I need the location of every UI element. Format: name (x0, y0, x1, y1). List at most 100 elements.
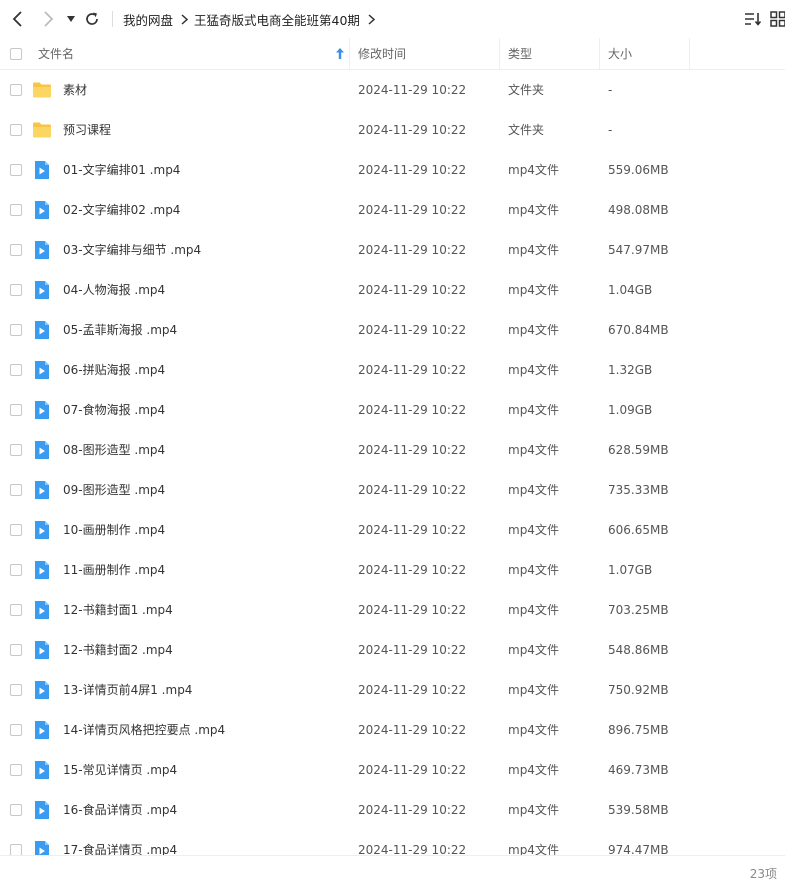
row-checkbox[interactable] (10, 84, 22, 96)
file-list: 素材2024-11-29 10:22文件夹-预习课程2024-11-29 10:… (0, 70, 785, 855)
row-checkbox[interactable] (10, 564, 22, 576)
video-file-icon (32, 160, 52, 180)
column-name[interactable]: 文件名 (38, 38, 348, 69)
select-all-checkbox[interactable] (10, 48, 22, 60)
history-dropdown[interactable] (63, 9, 79, 29)
table-row[interactable]: 预习课程2024-11-29 10:22文件夹- (0, 110, 785, 150)
item-count: 23项 (750, 865, 777, 882)
file-name[interactable]: 10-画册制作 .mp4 (63, 510, 165, 550)
table-row[interactable]: 15-常见详情页 .mp42024-11-29 10:22mp4文件469.73… (0, 750, 785, 790)
file-name[interactable]: 07-食物海报 .mp4 (63, 390, 165, 430)
file-name[interactable]: 04-人物海报 .mp4 (63, 270, 165, 310)
file-name[interactable]: 15-常见详情页 .mp4 (63, 750, 177, 790)
file-name[interactable]: 13-详情页前4屏1 .mp4 (63, 670, 192, 710)
row-checkbox[interactable] (10, 524, 22, 536)
column-size[interactable]: 大小 (608, 38, 688, 69)
column-divider[interactable] (689, 38, 690, 69)
file-modified: 2024-11-29 10:22 (358, 630, 466, 670)
table-row[interactable]: 08-图形造型 .mp42024-11-29 10:22mp4文件628.59M… (0, 430, 785, 470)
file-size: 750.92MB (608, 670, 669, 710)
file-type: mp4文件 (508, 390, 559, 430)
table-row[interactable]: 01-文字编排01 .mp42024-11-29 10:22mp4文件559.0… (0, 150, 785, 190)
file-size: 1.09GB (608, 390, 652, 430)
file-modified: 2024-11-29 10:22 (358, 790, 466, 830)
chevron-right-icon[interactable] (368, 14, 375, 25)
table-row[interactable]: 10-画册制作 .mp42024-11-29 10:22mp4文件606.65M… (0, 510, 785, 550)
file-size: 1.32GB (608, 350, 652, 390)
file-name[interactable]: 01-文字编排01 .mp4 (63, 150, 180, 190)
row-checkbox[interactable] (10, 324, 22, 336)
file-type: mp4文件 (508, 670, 559, 710)
file-name[interactable]: 素材 (63, 70, 87, 110)
row-checkbox[interactable] (10, 724, 22, 736)
row-checkbox[interactable] (10, 204, 22, 216)
file-modified: 2024-11-29 10:22 (358, 70, 466, 110)
table-row[interactable]: 17-食品详情页 .mp42024-11-29 10:22mp4文件974.47… (0, 830, 785, 855)
row-checkbox[interactable] (10, 444, 22, 456)
file-type: mp4文件 (508, 510, 559, 550)
file-name[interactable]: 17-食品详情页 .mp4 (63, 830, 177, 855)
table-row[interactable]: 素材2024-11-29 10:22文件夹- (0, 70, 785, 110)
file-name[interactable]: 09-图形造型 .mp4 (63, 470, 165, 510)
file-name[interactable]: 11-画册制作 .mp4 (63, 550, 165, 590)
file-name[interactable]: 06-拼贴海报 .mp4 (63, 350, 165, 390)
file-type: mp4文件 (508, 830, 559, 855)
file-name[interactable]: 12-书籍封面1 .mp4 (63, 590, 173, 630)
row-checkbox[interactable] (10, 804, 22, 816)
table-row[interactable]: 07-食物海报 .mp42024-11-29 10:22mp4文件1.09GB (0, 390, 785, 430)
sort-button[interactable] (743, 9, 763, 29)
folder-icon (32, 80, 52, 100)
table-row[interactable]: 04-人物海报 .mp42024-11-29 10:22mp4文件1.04GB (0, 270, 785, 310)
row-checkbox[interactable] (10, 484, 22, 496)
file-name[interactable]: 预习课程 (63, 110, 111, 150)
file-type: mp4文件 (508, 750, 559, 790)
table-row[interactable]: 06-拼贴海报 .mp42024-11-29 10:22mp4文件1.32GB (0, 350, 785, 390)
column-type[interactable]: 类型 (508, 38, 598, 69)
row-checkbox[interactable] (10, 244, 22, 256)
breadcrumb-current[interactable]: 王猛奇版式电商全能班第40期 (194, 10, 360, 29)
table-row[interactable]: 11-画册制作 .mp42024-11-29 10:22mp4文件1.07GB (0, 550, 785, 590)
file-name[interactable]: 16-食品详情页 .mp4 (63, 790, 177, 830)
table-row[interactable]: 03-文字编排与细节 .mp42024-11-29 10:22mp4文件547.… (0, 230, 785, 270)
table-row[interactable]: 05-孟菲斯海报 .mp42024-11-29 10:22mp4文件670.84… (0, 310, 785, 350)
table-row[interactable]: 14-详情页风格把控要点 .mp42024-11-29 10:22mp4文件89… (0, 710, 785, 750)
table-row[interactable]: 12-书籍封面2 .mp42024-11-29 10:22mp4文件548.86… (0, 630, 785, 670)
column-name-label: 文件名 (38, 45, 74, 62)
file-name[interactable]: 02-文字编排02 .mp4 (63, 190, 180, 230)
row-checkbox[interactable] (10, 164, 22, 176)
file-size: 606.65MB (608, 510, 669, 550)
table-row[interactable]: 09-图形造型 .mp42024-11-29 10:22mp4文件735.33M… (0, 470, 785, 510)
file-size: 559.06MB (608, 150, 669, 190)
file-name[interactable]: 05-孟菲斯海报 .mp4 (63, 310, 177, 350)
view-mode-button[interactable] (768, 9, 785, 29)
table-row[interactable]: 02-文字编排02 .mp42024-11-29 10:22mp4文件498.0… (0, 190, 785, 230)
file-name[interactable]: 14-详情页风格把控要点 .mp4 (63, 710, 225, 750)
file-size: 896.75MB (608, 710, 669, 750)
refresh-button[interactable] (82, 9, 102, 29)
table-row[interactable]: 16-食品详情页 .mp42024-11-29 10:22mp4文件539.58… (0, 790, 785, 830)
column-divider[interactable] (349, 38, 350, 69)
column-divider[interactable] (599, 38, 600, 69)
row-checkbox[interactable] (10, 364, 22, 376)
row-checkbox[interactable] (10, 684, 22, 696)
forward-button[interactable] (38, 9, 58, 29)
row-checkbox[interactable] (10, 644, 22, 656)
row-checkbox[interactable] (10, 604, 22, 616)
row-checkbox[interactable] (10, 124, 22, 136)
row-checkbox[interactable] (10, 284, 22, 296)
file-name[interactable]: 12-书籍封面2 .mp4 (63, 630, 173, 670)
file-size: 469.73MB (608, 750, 669, 790)
column-divider[interactable] (499, 38, 500, 69)
row-checkbox[interactable] (10, 844, 22, 855)
column-modified[interactable]: 修改时间 (358, 38, 498, 69)
row-checkbox[interactable] (10, 764, 22, 776)
back-button[interactable] (8, 9, 28, 29)
video-file-icon (32, 400, 52, 420)
table-row[interactable]: 12-书籍封面1 .mp42024-11-29 10:22mp4文件703.25… (0, 590, 785, 630)
table-row[interactable]: 13-详情页前4屏1 .mp42024-11-29 10:22mp4文件750.… (0, 670, 785, 710)
file-type: mp4文件 (508, 550, 559, 590)
file-name[interactable]: 03-文字编排与细节 .mp4 (63, 230, 201, 270)
row-checkbox[interactable] (10, 404, 22, 416)
breadcrumb-root[interactable]: 我的网盘 (123, 10, 173, 29)
file-name[interactable]: 08-图形造型 .mp4 (63, 430, 165, 470)
